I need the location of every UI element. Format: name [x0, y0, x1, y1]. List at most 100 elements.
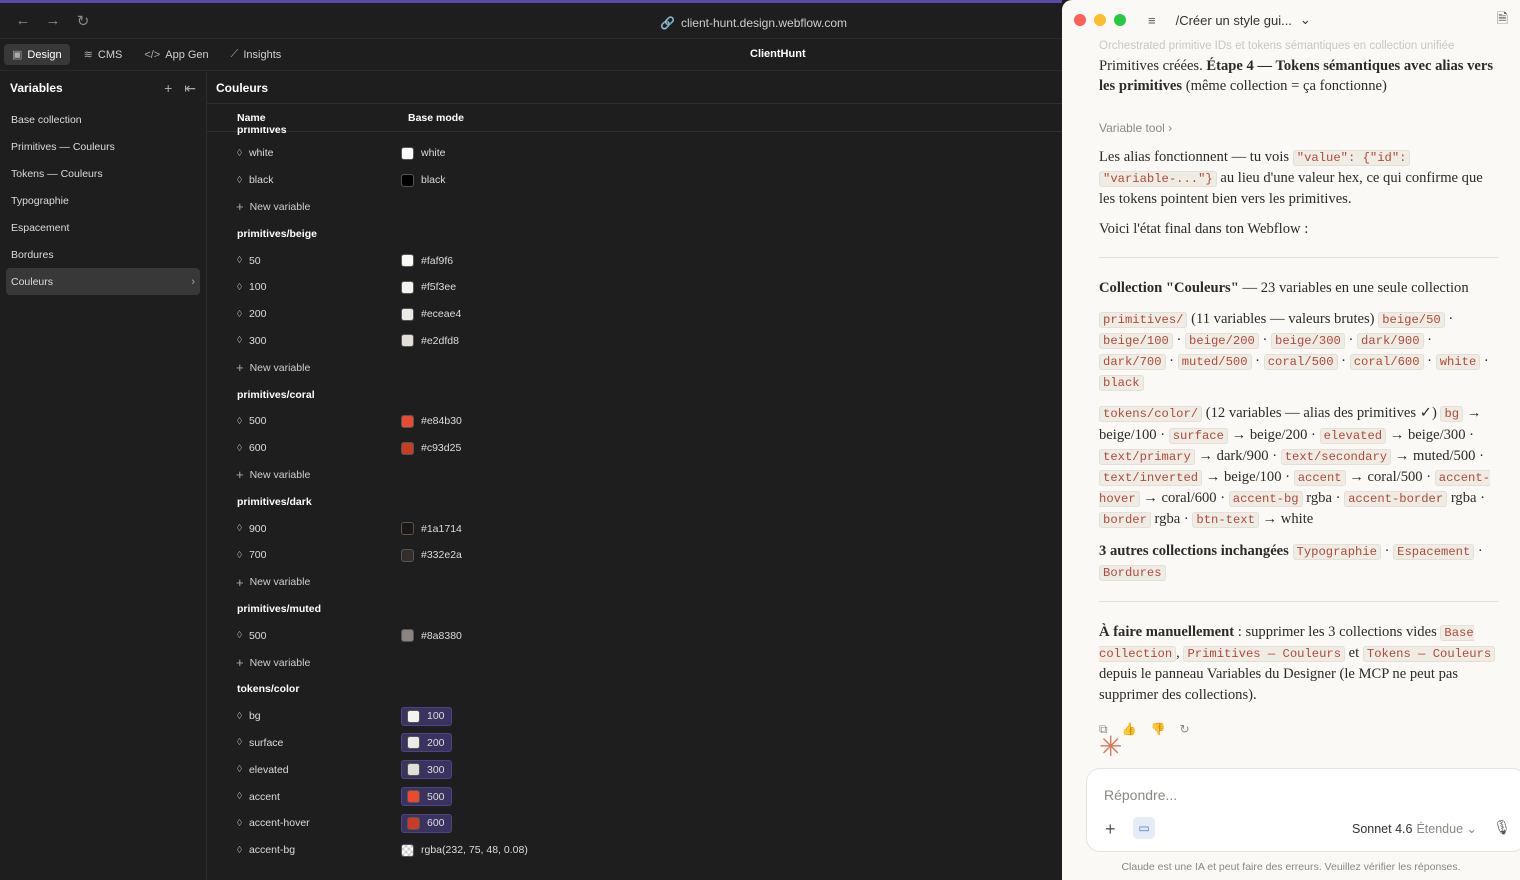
reply-input[interactable]: Répondre... [1104, 787, 1177, 803]
document-icon[interactable]: 🗎 [1497, 8, 1508, 32]
group-header: primitives/muted [237, 602, 322, 615]
column-base-mode-header: Base mode [408, 111, 465, 124]
variable-value-cell[interactable]: #faf9f6 [401, 254, 453, 268]
variable-name: 300 [248, 334, 267, 347]
variable-value-cell[interactable]: #8a8380 [401, 629, 462, 643]
inline-code: border [1099, 512, 1151, 529]
variable-name: surface [248, 736, 284, 749]
inline-code: dark/900 [1357, 332, 1424, 349]
color-swatch [401, 307, 414, 321]
variable-value-cell[interactable]: white [401, 146, 446, 160]
table-row[interactable]: ◊ 200 #eceae4 [207, 301, 1062, 328]
webflow-window: ← → ↻ 🔗 client-hunt.design.webflow.com ▣ D… [0, 0, 1062, 880]
database-icon: ≋ [83, 49, 93, 61]
table-row[interactable]: ◊ accent-bg rgba(232, 75, 48, 0.08) [207, 837, 1062, 864]
collapse-panel-icon[interactable]: ⇤ [184, 80, 196, 97]
table-row[interactable]: ◊ 50 #faf9f6 [207, 247, 1062, 274]
sidebar-item-bordures[interactable]: Bordures [0, 241, 206, 268]
variable-value: white [421, 147, 446, 160]
table-row[interactable]: ◊ 300 #e2dfd8 [207, 328, 1062, 355]
sidebar-item-primitives-couleurs[interactable]: Primitives — Couleurs [0, 133, 206, 160]
tab-cms[interactable]: ≋ CMS [76, 44, 131, 65]
new-variable-button[interactable]: + New variable [207, 462, 1062, 489]
thinking-summary[interactable]: Orchestrated primitive IDs et tokens sém… [1099, 36, 1498, 52]
variable-value-cell[interactable]: rgba(232, 75, 48, 0.08) [401, 843, 528, 857]
retry-icon[interactable]: ↻ [1179, 719, 1189, 739]
color-drop-icon: ◊ [237, 174, 242, 186]
table-row[interactable]: ◊ 600 #c93d25 [207, 435, 1062, 462]
variable-value-cell[interactable]: #e84b30 [401, 414, 462, 428]
back-icon[interactable]: ← [8, 12, 38, 29]
variable-name: accent [248, 790, 280, 803]
attachment-icon[interactable]: ▭ [1133, 817, 1155, 839]
alias-chip[interactable]: 200 [401, 733, 452, 753]
close-window-icon[interactable] [1074, 14, 1086, 26]
collection-list: Base collection Primitives — Couleurs To… [0, 106, 206, 295]
alias-chip[interactable]: 300 [401, 760, 452, 780]
thumbs-up-icon[interactable]: 👍 [1122, 719, 1137, 739]
variable-value-cell[interactable]: #f5f3ee [401, 280, 456, 294]
sidebar-item-espacement[interactable]: Espacement [0, 214, 206, 241]
table-row[interactable]: ◊ elevated 300 [207, 756, 1062, 783]
variable-name: 900 [248, 522, 267, 535]
variable-value: 100 [427, 710, 445, 723]
collection-title: Couleurs [207, 72, 1062, 104]
tab-insights[interactable]: ⟋ Insights [223, 44, 290, 65]
tab-app-gen[interactable]: </> App Gen [136, 45, 216, 65]
forward-icon[interactable]: → [38, 12, 68, 29]
code-icon: </> [144, 48, 161, 61]
new-variable-button[interactable]: + New variable [207, 354, 1062, 381]
color-swatch [401, 522, 414, 536]
tool-call-link[interactable]: Variable tool › [1099, 118, 1498, 138]
variable-name: 200 [248, 308, 267, 321]
plus-icon[interactable]: + [1105, 819, 1116, 840]
conversation-title-button[interactable]: ≡ /Créer un style gui... ⌄ [1148, 12, 1311, 28]
menu-icon[interactable]: ≡ [1148, 13, 1156, 28]
color-swatch [407, 790, 420, 804]
variable-name: white [248, 147, 274, 160]
alias-chip[interactable]: 600 [401, 813, 452, 833]
variable-value-cell[interactable]: #1a1714 [401, 522, 462, 536]
variable-value-cell[interactable]: #c93d25 [401, 441, 461, 455]
maximize-window-icon[interactable] [1114, 14, 1126, 26]
tab-design[interactable]: ▣ Design [4, 44, 70, 65]
table-row[interactable]: ◊ 500 #e84b30 [207, 408, 1062, 435]
table-row[interactable]: ◊ accent-hover 600 [207, 810, 1062, 837]
variable-value-cell[interactable]: black [401, 173, 446, 187]
variable-name-cell: ◊ black [207, 174, 401, 186]
table-row[interactable]: ◊ black black [207, 167, 1062, 194]
new-variable-button[interactable]: + New variable [207, 649, 1062, 676]
variable-value-cell[interactable]: #332e2a [401, 548, 462, 562]
token-target: coral/500 [1367, 469, 1423, 486]
new-variable-button[interactable]: + New variable [207, 194, 1062, 221]
alias-chip[interactable]: 100 [401, 706, 452, 726]
variable-value: 500 [427, 790, 445, 803]
table-row[interactable]: ◊ white white [207, 140, 1062, 167]
table-row[interactable]: ◊ bg 100 [207, 703, 1062, 730]
sidebar-item-tokens-couleurs[interactable]: Tokens — Couleurs [0, 160, 206, 187]
sidebar-item-base-collection[interactable]: Base collection [0, 106, 206, 133]
design-icon: ▣ [12, 49, 23, 61]
message-actions: ⧉ 👍 👎 ↻ [1099, 719, 1498, 739]
sidebar-item-typographie[interactable]: Typographie [0, 187, 206, 214]
table-row[interactable]: ◊ 700 #332e2a [207, 542, 1062, 569]
variable-name-cell: ◊ white [207, 147, 401, 159]
minimize-window-icon[interactable] [1094, 14, 1106, 26]
address-bar[interactable]: 🔗 client-hunt.design.webflow.com [660, 16, 847, 30]
alias-chip[interactable]: 500 [401, 787, 452, 807]
table-row[interactable]: ◊ 500 #8a8380 [207, 622, 1062, 649]
new-variable-button[interactable]: + New variable [207, 569, 1062, 596]
model-selector[interactable]: Sonnet 4.6 Étendue ⌄ [1352, 821, 1477, 836]
sidebar-item-couleurs[interactable]: Couleurs › [6, 268, 200, 295]
plus-icon: + [236, 655, 244, 671]
table-row[interactable]: ◊ accent 500 [207, 783, 1062, 810]
table-row[interactable]: ◊ surface 200 [207, 730, 1062, 757]
table-row[interactable]: ◊ 100 #f5f3ee [207, 274, 1062, 301]
microphone-icon[interactable]: 🎙 [1493, 819, 1511, 836]
thumbs-down-icon[interactable]: 👎 [1151, 719, 1166, 739]
variable-value-cell[interactable]: #eceae4 [401, 307, 461, 321]
reload-icon[interactable]: ↻ [68, 12, 98, 30]
variable-value-cell[interactable]: #e2dfd8 [401, 334, 459, 348]
table-row[interactable]: ◊ 900 #1a1714 [207, 515, 1062, 542]
add-collection-icon[interactable]: + [164, 80, 172, 97]
